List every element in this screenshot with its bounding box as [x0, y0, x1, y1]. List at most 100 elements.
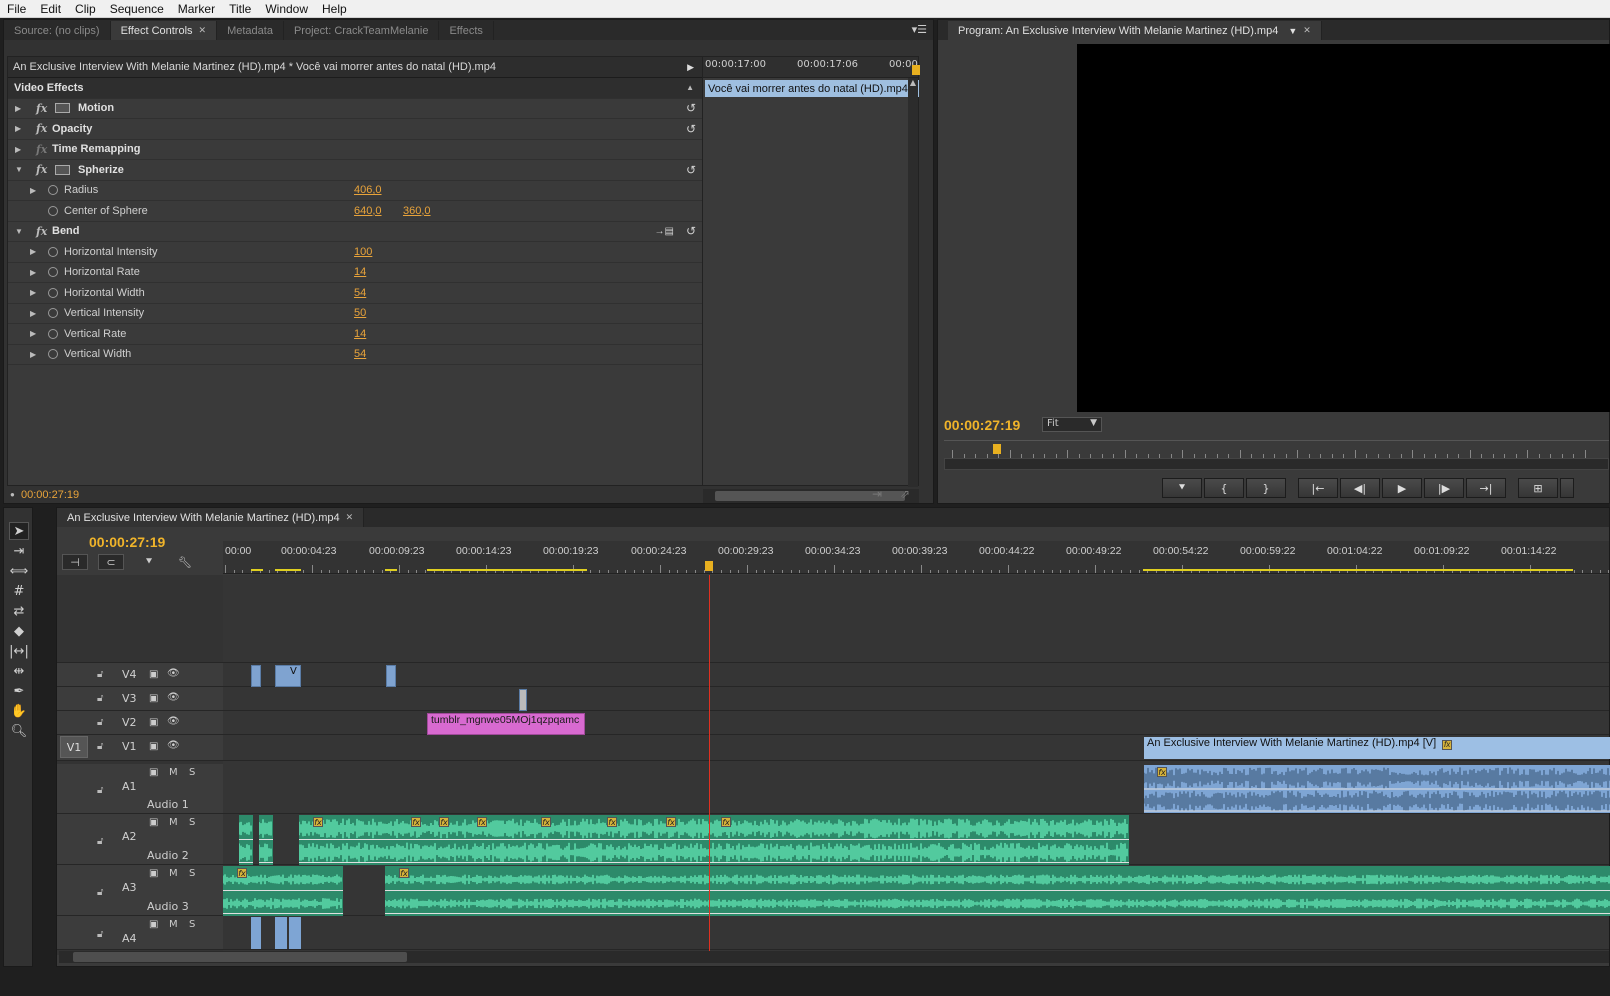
expand-right-icon[interactable]: ▶ — [30, 309, 36, 318]
menu-item-marker[interactable]: Marker — [171, 2, 222, 16]
scroll-up-icon[interactable]: ▲ — [908, 78, 918, 87]
mute-button[interactable]: M — [169, 868, 178, 879]
stopwatch-icon[interactable] — [48, 328, 58, 339]
expand-right-icon[interactable]: ▶ — [30, 350, 36, 359]
stopwatch-icon[interactable] — [48, 185, 58, 196]
export-icon[interactable]: ⇗ — [900, 487, 910, 501]
fx-badge-icon[interactable]: fx — [666, 817, 676, 827]
sync-lock-icon[interactable]: ▣ — [149, 741, 158, 752]
source-patch-button[interactable]: V1 — [60, 736, 88, 758]
track-name[interactable]: A1 — [122, 780, 137, 793]
param-value-2[interactable]: 360,0 — [403, 205, 431, 217]
expand-down-icon[interactable]: ▼ — [15, 227, 23, 236]
reset-icon[interactable]: ↺ — [686, 163, 696, 177]
sync-lock-icon[interactable]: ▣ — [149, 693, 158, 704]
menu-item-window[interactable]: Window — [258, 2, 315, 16]
sync-lock-icon[interactable]: ▣ — [149, 868, 158, 879]
add-marker-button[interactable]: ⯆ — [1162, 478, 1202, 498]
go-to-out-button[interactable]: →| — [1466, 478, 1506, 498]
tab-program[interactable]: Program: An Exclusive Interview With Mel… — [948, 21, 1322, 40]
stopwatch-icon[interactable] — [48, 246, 58, 257]
close-icon[interactable]: ✕ — [199, 25, 207, 36]
clip-v2-tumblr[interactable]: tumblr_mgnwe05MOj1qzpqamc — [427, 713, 585, 735]
expand-right-icon[interactable]: ▶ — [15, 104, 21, 113]
effect-row-spherize[interactable]: ▼ fx Spherize ↺ — [8, 160, 702, 181]
sync-lock-icon[interactable]: ▣ — [149, 919, 158, 930]
play-icon[interactable]: ▶ — [687, 62, 694, 73]
add-marker-icon[interactable]: ⯆ — [136, 554, 162, 570]
expand-right-icon[interactable]: ▶ — [15, 145, 21, 154]
param-value[interactable]: 14 — [354, 266, 366, 278]
param-value[interactable]: 406,0 — [354, 184, 382, 196]
play-button[interactable]: ▶ — [1382, 478, 1422, 498]
lock-icon[interactable]: 🔓︎ — [97, 836, 103, 847]
rate-stretch-tool-icon[interactable]: ⇄ — [9, 602, 29, 620]
param-value[interactable]: 54 — [354, 287, 366, 299]
stopwatch-icon[interactable] — [48, 308, 58, 319]
expand-right-icon[interactable]: ▶ — [30, 186, 36, 195]
lock-icon[interactable]: 🔓︎ — [97, 785, 103, 796]
param-value[interactable]: 100 — [354, 246, 372, 258]
lock-icon[interactable]: 🔓︎ — [97, 887, 103, 898]
slide-tool-icon[interactable]: ⇹ — [9, 662, 29, 680]
lock-icon[interactable]: 🔓︎ — [97, 929, 103, 940]
audio-clip-a2[interactable] — [299, 815, 1129, 865]
panel-menu-icon[interactable]: ▾☰ — [912, 23, 927, 36]
effect-row-bend[interactable]: ▼ fx Bend →▤ ↺ — [8, 222, 702, 242]
menu-item-sequence[interactable]: Sequence — [103, 2, 171, 16]
mark-out-button[interactable]: } — [1246, 478, 1286, 498]
expand-right-icon[interactable]: ▶ — [15, 124, 21, 133]
mute-button[interactable]: M — [169, 767, 178, 778]
step-forward-button[interactable]: |▶ — [1424, 478, 1464, 498]
mini-horizontal-scrollbar[interactable] — [703, 489, 919, 503]
pen-tool-icon[interactable]: ✒ — [9, 682, 29, 700]
razor-tool-icon[interactable]: ◆ — [9, 622, 29, 640]
eye-icon[interactable]: 👁︎ — [167, 716, 180, 727]
tab-effect-controls[interactable]: Effect Controls ✕ — [110, 21, 218, 40]
expand-right-icon[interactable]: ▶ — [30, 268, 36, 277]
expand-right-icon[interactable]: ▶ — [30, 288, 36, 297]
audio-clip-a4[interactable] — [251, 917, 261, 949]
snap-icon[interactable]: ⊣ — [62, 554, 88, 570]
fx-icon[interactable]: fx — [36, 122, 47, 135]
reset-icon[interactable]: ↺ — [686, 224, 696, 238]
tab-sequence[interactable]: An Exclusive Interview With Melanie Mart… — [57, 508, 365, 527]
effect-row-opacity[interactable]: ▶ fx Opacity ↺ — [8, 119, 702, 140]
solo-button[interactable]: S — [189, 868, 195, 879]
menu-item-help[interactable]: Help — [315, 2, 354, 16]
fx-badge-icon[interactable]: fx — [399, 868, 409, 878]
tab-source[interactable]: Source: (no clips) — [4, 21, 111, 40]
fx-badge-icon[interactable]: fx — [411, 817, 421, 827]
slip-tool-icon[interactable]: |↔| — [9, 642, 29, 660]
expand-right-icon[interactable]: ▶ — [30, 247, 36, 256]
expand-right-icon[interactable]: ▶ — [30, 329, 36, 338]
track-name[interactable]: V4 — [122, 668, 137, 681]
audio-clip-a4[interactable] — [289, 917, 301, 949]
dropdown-icon[interactable]: ▼ — [1288, 26, 1297, 36]
playhead-icon[interactable] — [705, 561, 713, 571]
playhead-line[interactable] — [709, 575, 710, 955]
fx-badge-icon[interactable]: fx — [1157, 767, 1167, 777]
fx-badge-icon[interactable]: fx — [1442, 739, 1453, 750]
reset-icon[interactable]: ↺ — [686, 101, 696, 115]
audio-clip-a1[interactable] — [1144, 765, 1610, 813]
stopwatch-icon[interactable] — [48, 205, 58, 216]
timeline-ruler[interactable]: 00:00 00:00:04:23 00:00:09:23 00:00:14:23 00… — [223, 541, 1610, 574]
vertical-scrollbar[interactable]: ▲ — [908, 78, 918, 487]
mini-clip-bar[interactable]: Você vai morrer antes do natal (HD).mp4 — [705, 80, 919, 97]
tab-project[interactable]: Project: CrackTeamMelanie — [284, 21, 440, 40]
stopwatch-icon[interactable] — [48, 287, 58, 298]
program-zoom-scrollbar[interactable] — [944, 458, 1609, 470]
timeline-timecode[interactable]: 00:00:27:19 — [89, 534, 165, 550]
close-icon[interactable]: ✕ — [346, 512, 354, 523]
hand-tool-icon[interactable]: ✋ — [9, 702, 29, 720]
audio-clip-a2[interactable] — [259, 815, 273, 865]
stopwatch-icon[interactable] — [48, 267, 58, 278]
fx-badge-icon[interactable]: fx — [237, 868, 247, 878]
track-name[interactable]: V1 — [122, 740, 137, 753]
mute-button[interactable]: M — [169, 919, 178, 930]
fx-badge-icon[interactable]: fx — [477, 817, 487, 827]
track-name[interactable]: V3 — [122, 692, 137, 705]
audio-clip-a2[interactable] — [239, 815, 253, 865]
fx-badge-icon[interactable]: fx — [607, 817, 617, 827]
